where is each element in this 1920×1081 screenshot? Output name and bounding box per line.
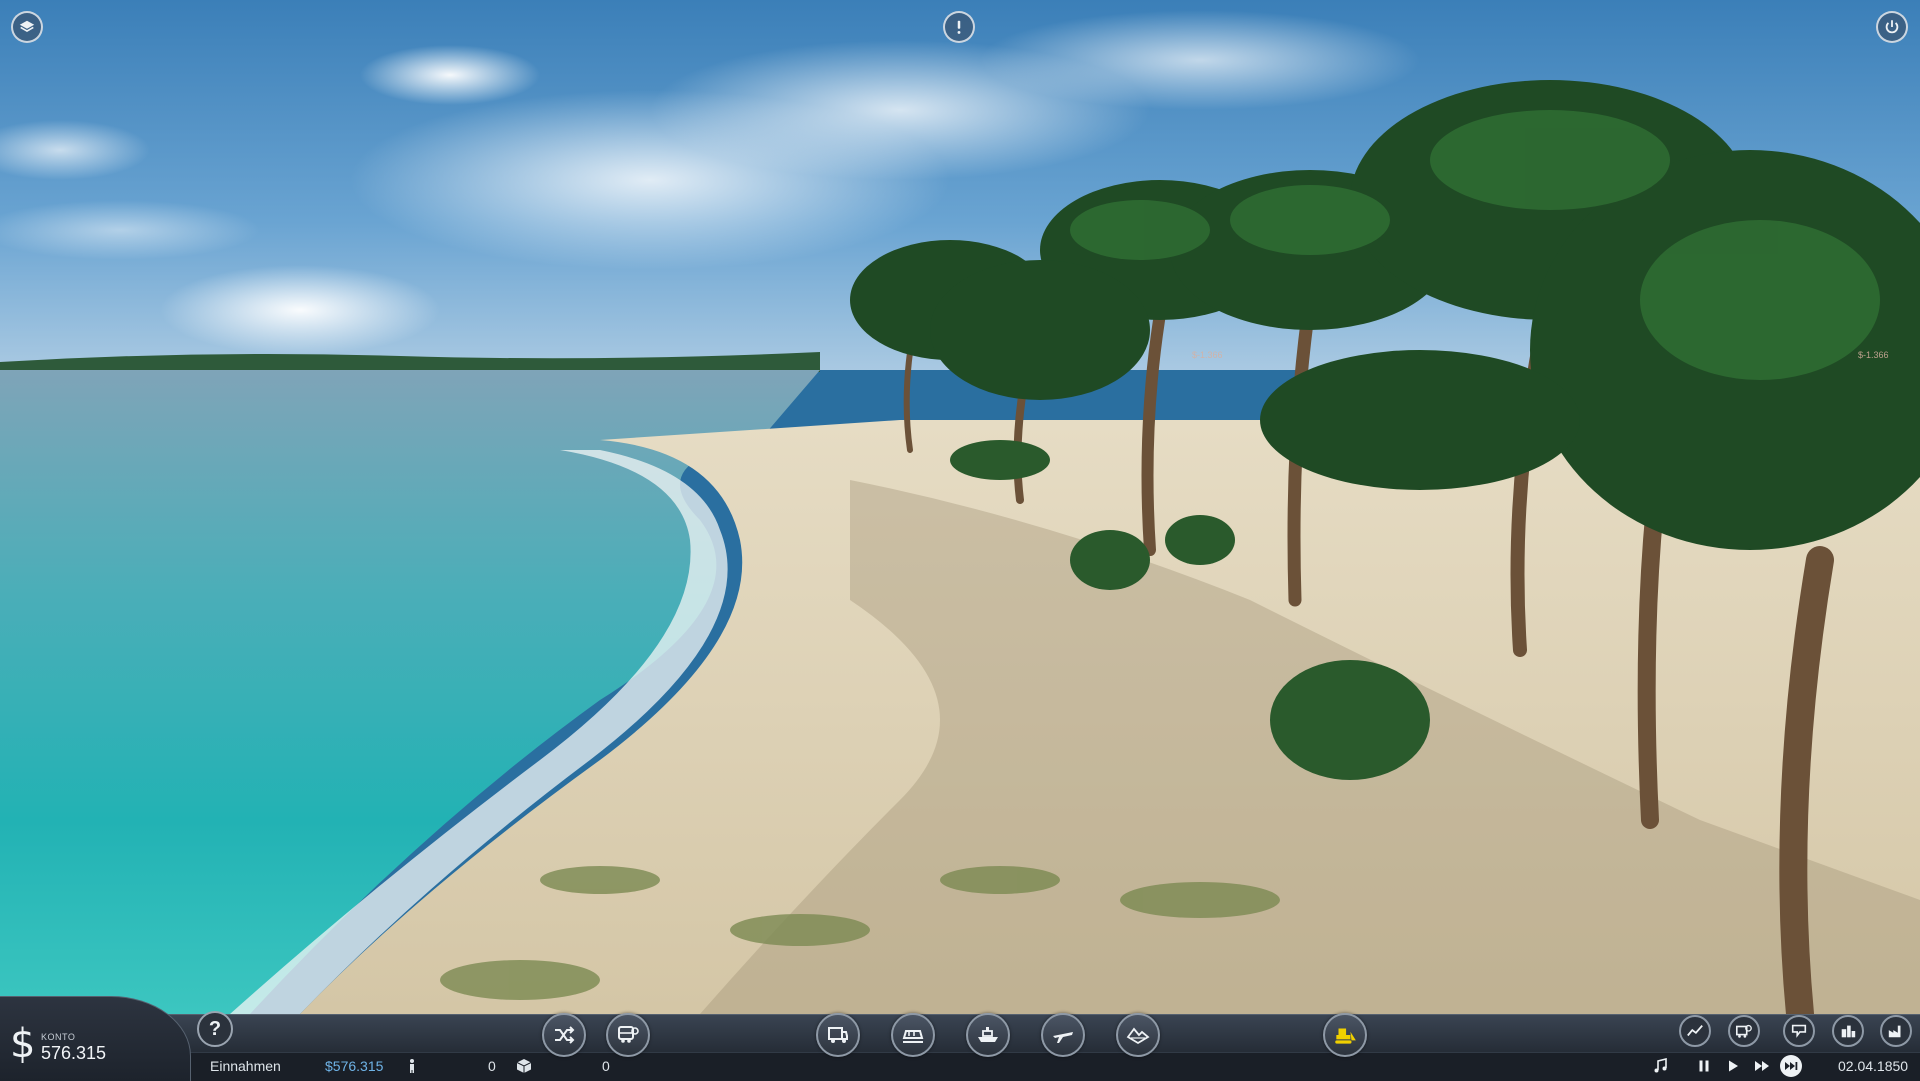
shuffle-icon [555,1026,575,1044]
fastest-forward-icon [1785,1062,1798,1070]
bulldozer-icon [1335,1028,1356,1044]
power-button[interactable] [1876,11,1908,43]
help-button[interactable]: ? [197,1011,233,1047]
play-icon [1729,1060,1738,1072]
layers-icon [19,20,35,32]
town-list-button[interactable] [1832,1015,1864,1047]
shuffle-button[interactable] [542,1013,586,1057]
game-scene[interactable] [0,0,1920,1080]
passengers-value: 0 [488,1058,496,1074]
passenger-icon [410,1059,414,1073]
account-value: 576.315 [41,1043,107,1063]
account-label: KONTO [41,1032,76,1042]
alert-button[interactable] [943,11,975,43]
ship-icon [978,1027,998,1042]
fast-forward-icon [1755,1061,1769,1071]
music-icon [1654,1058,1667,1073]
help-icon: ? [208,1017,222,1040]
dollar-icon: $ [10,1021,36,1067]
play-button[interactable] [1723,1056,1743,1076]
ship-button[interactable] [966,1013,1010,1057]
income-value: $576.315 [325,1058,384,1074]
cargo-value: 0 [602,1058,610,1074]
layers-button[interactable] [11,11,43,43]
hud-toolbar [0,1014,1920,1053]
vehicle-list-button[interactable] [1728,1015,1760,1047]
plane-button[interactable] [1041,1013,1085,1057]
game-date: 02.04.1850 [1838,1058,1909,1074]
train-icon [902,1030,924,1043]
fastest-speed-button[interactable] [1780,1055,1802,1077]
bus-manage-icon [618,1026,639,1043]
cargo-icon [516,1059,532,1073]
road-vehicle-icon [828,1027,848,1043]
hud-status-bar [0,1052,1920,1081]
station-icon [1791,1024,1807,1038]
statistics-button[interactable] [1679,1015,1711,1047]
bulldozer-button[interactable] [1323,1013,1367,1057]
exclamation-icon [957,20,961,34]
vehicle-list-icon [1735,1024,1752,1038]
industry-icon [1888,1025,1901,1038]
station-list-button[interactable] [1783,1015,1815,1047]
graph-icon [1687,1025,1703,1037]
pause-button[interactable] [1694,1056,1714,1076]
road-vehicle-button[interactable] [816,1013,860,1057]
pause-icon [1699,1060,1709,1072]
town-icon [1841,1025,1856,1038]
plane-icon [1053,1032,1073,1043]
terrain-button[interactable] [1116,1013,1160,1057]
music-button[interactable] [1650,1056,1670,1076]
power-icon [1885,20,1899,34]
scene-cost-label: $-1.366 [1858,350,1889,360]
train-button[interactable] [891,1013,935,1057]
scene-cost-label: $-1.366 [1192,350,1223,360]
fast-forward-button[interactable] [1752,1056,1772,1076]
terrain-icon [1126,1027,1150,1045]
vehicle-manager-button[interactable] [606,1013,650,1057]
income-label: Einnahmen [210,1058,281,1074]
industry-list-button[interactable] [1880,1015,1912,1047]
